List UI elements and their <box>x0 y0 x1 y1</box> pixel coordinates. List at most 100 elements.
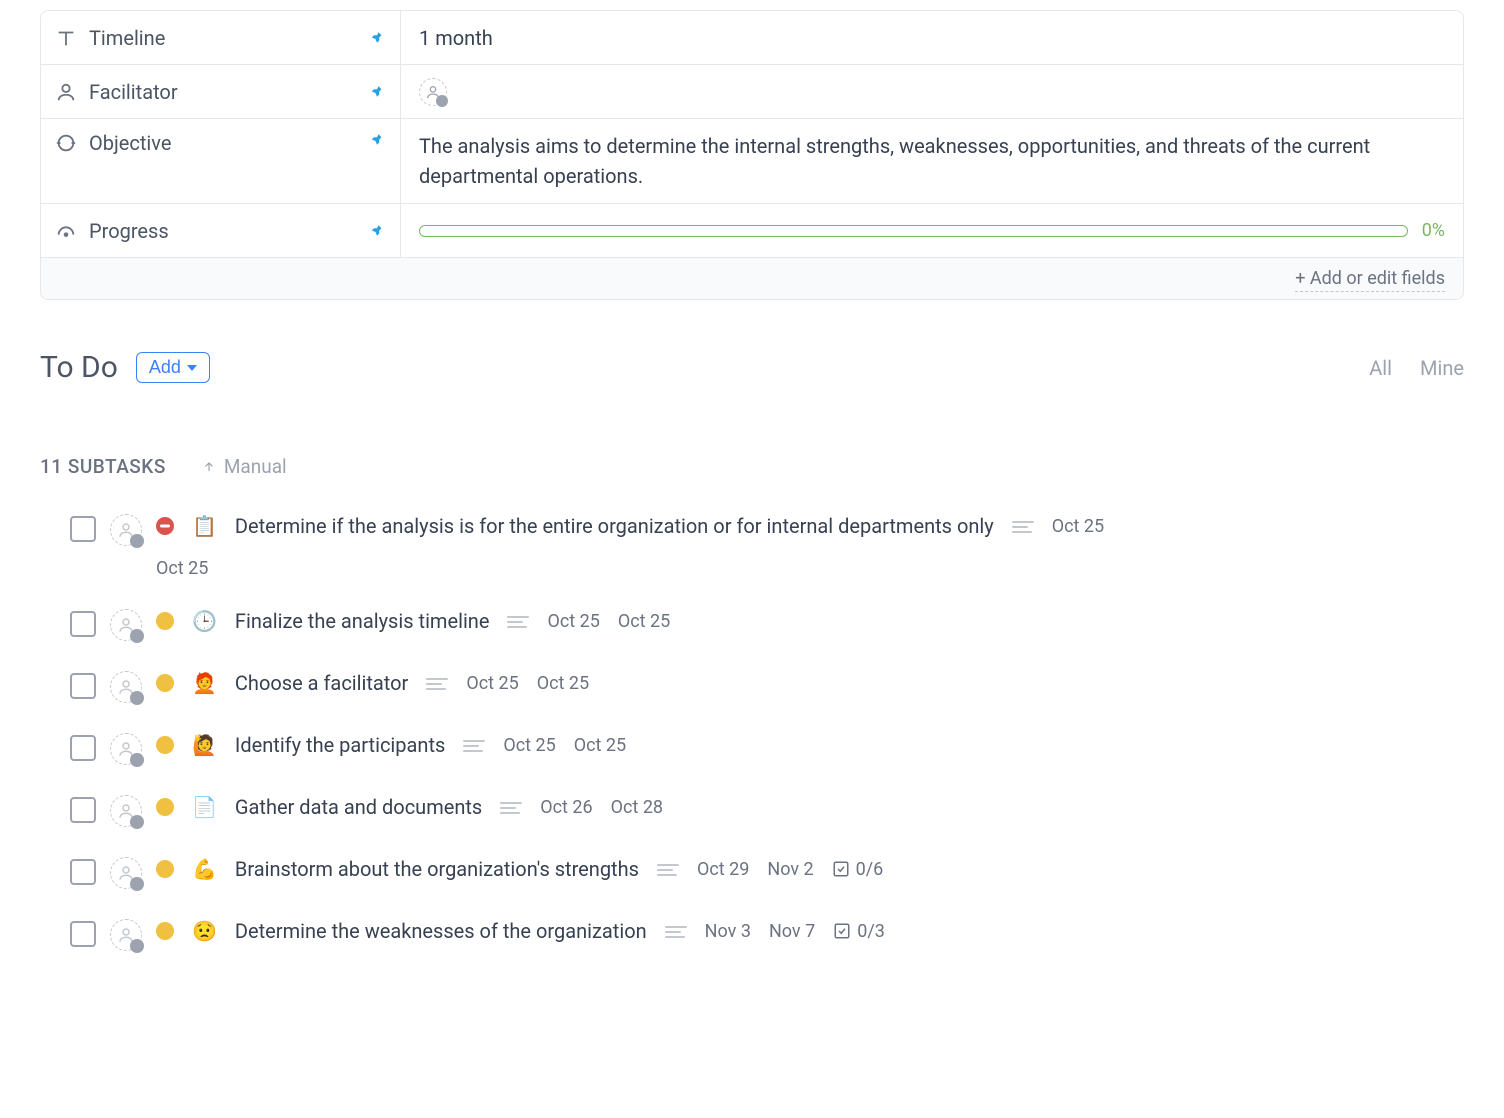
task-title[interactable]: Identify the participants <box>235 733 445 757</box>
filter-all[interactable]: All <box>1369 356 1392 380</box>
task-title[interactable]: Brainstorm about the organization's stre… <box>235 857 639 881</box>
pin-icon[interactable] <box>368 131 386 149</box>
priority-indicator <box>156 922 174 940</box>
task-assignee-empty[interactable] <box>110 514 142 546</box>
subtask-count: 0/6 <box>832 859 884 880</box>
task-end-date: Oct 25 <box>156 558 208 579</box>
subtask-count: 0/3 <box>833 921 885 942</box>
task-main: 😟 Determine the weaknesses of the organiz… <box>156 919 885 943</box>
task-row[interactable]: 🕒 Finalize the analysis timeline Oct 25 Oct… <box>70 609 1464 641</box>
task-assignee-empty[interactable] <box>110 919 142 951</box>
task-main: 📄 Gather data and documents Oct 26 Oct 28 <box>156 795 663 819</box>
sort-button[interactable]: Manual <box>202 455 287 478</box>
pin-icon[interactable] <box>368 29 386 47</box>
field-row-timeline[interactable]: Timeline 1 month <box>41 11 1463 65</box>
fields-table: Timeline 1 month Facilitator <box>40 10 1464 300</box>
task-main: 🕒 Finalize the analysis timeline Oct 25 Oct… <box>156 609 670 633</box>
field-label-cell: Timeline <box>41 11 401 64</box>
field-row-facilitator[interactable]: Facilitator <box>41 65 1463 119</box>
task-start-date: Oct 26 <box>540 797 592 818</box>
task-title[interactable]: Finalize the analysis timeline <box>235 609 490 633</box>
task-emoji-icon: 😟 <box>192 919 217 943</box>
task-title[interactable]: Determine the weaknesses of the organiza… <box>235 919 647 943</box>
task-checkbox[interactable] <box>70 921 96 947</box>
field-label-cell: Facilitator <box>41 65 401 118</box>
task-end-date: Nov 7 <box>769 921 815 942</box>
section-title: To Do <box>40 350 118 385</box>
task-row[interactable]: 💪 Brainstorm about the organization's str… <box>70 857 1464 889</box>
filter-mine[interactable]: Mine <box>1420 356 1464 380</box>
pin-icon[interactable] <box>368 83 386 101</box>
task-main: 🧑‍🦰Choose a facilitatorOct 25Oct 25 <box>156 671 589 695</box>
description-icon <box>500 802 522 812</box>
progress-bar <box>419 225 1408 237</box>
task-row[interactable]: 📋Determine if the analysis is for the en… <box>70 514 1464 579</box>
task-emoji-icon: 🙋 <box>192 733 217 757</box>
field-value[interactable]: 0% <box>401 204 1463 257</box>
add-button[interactable]: Add <box>136 352 210 383</box>
task-assignee-empty[interactable] <box>110 609 142 641</box>
task-emoji-icon: 📄 <box>192 795 217 819</box>
progress-container: 0% <box>419 220 1445 241</box>
text-icon <box>55 27 77 49</box>
description-icon <box>657 864 679 874</box>
task-row[interactable]: 🧑‍🦰Choose a facilitatorOct 25Oct 25 <box>70 671 1464 703</box>
person-icon <box>55 81 77 103</box>
tasks-list: 📋Determine if the analysis is for the en… <box>40 514 1464 951</box>
filter-links: All Mine <box>1369 356 1464 380</box>
task-end-date: Oct 28 <box>611 797 663 818</box>
task-row[interactable]: 📄 Gather data and documents Oct 26 Oct 28 <box>70 795 1464 827</box>
task-assignee-empty[interactable] <box>110 795 142 827</box>
task-checkbox[interactable] <box>70 516 96 542</box>
field-row-objective[interactable]: Objective The analysis aims to determine… <box>41 119 1463 204</box>
assignee-avatar-empty[interactable] <box>419 78 447 106</box>
task-start-date: Oct 25 <box>503 735 555 756</box>
field-label: Progress <box>89 219 169 243</box>
task-checkbox[interactable] <box>70 611 96 637</box>
field-row-progress[interactable]: Progress 0% <box>41 204 1463 258</box>
task-title[interactable]: Gather data and documents <box>235 795 482 819</box>
field-value[interactable] <box>401 65 1463 118</box>
task-checkbox[interactable] <box>70 859 96 885</box>
task-emoji-icon: 🕒 <box>192 609 217 633</box>
priority-indicator <box>156 612 174 630</box>
pin-icon[interactable] <box>368 222 386 240</box>
description-icon <box>463 740 485 750</box>
priority-indicator <box>156 860 174 878</box>
task-title[interactable]: Choose a facilitator <box>235 671 408 695</box>
field-label-cell: Objective <box>41 119 401 203</box>
task-main: 💪 Brainstorm about the organization's str… <box>156 857 883 881</box>
field-value[interactable]: The analysis aims to determine the inter… <box>401 119 1463 203</box>
target-icon <box>55 132 77 154</box>
task-start-date: Oct 25 <box>547 611 599 632</box>
priority-indicator <box>156 798 174 816</box>
progress-text: 0% <box>1422 220 1445 241</box>
field-label: Facilitator <box>89 80 178 104</box>
task-end-date: Oct 25 <box>618 611 670 632</box>
priority-indicator <box>156 736 174 754</box>
task-assignee-empty[interactable] <box>110 857 142 889</box>
priority-indicator <box>156 674 174 692</box>
task-title[interactable]: Determine if the analysis is for the ent… <box>235 514 994 538</box>
field-value[interactable]: 1 month <box>401 11 1463 64</box>
task-checkbox[interactable] <box>70 797 96 823</box>
task-end-date: Nov 2 <box>767 859 813 880</box>
task-checkbox[interactable] <box>70 673 96 699</box>
task-assignee-empty[interactable] <box>110 671 142 703</box>
chevron-down-icon <box>187 365 197 371</box>
task-emoji-icon: 💪 <box>192 857 217 881</box>
task-assignee-empty[interactable] <box>110 733 142 765</box>
description-icon <box>507 616 529 626</box>
task-row[interactable]: 🙋Identify the participantsOct 25Oct 25 <box>70 733 1464 765</box>
task-start-date: Oct 25 <box>1052 516 1104 537</box>
field-label-cell: Progress <box>41 204 401 257</box>
task-emoji-icon: 🧑‍🦰 <box>192 671 217 695</box>
task-checkbox[interactable] <box>70 735 96 761</box>
task-end-date: Oct 25 <box>537 673 589 694</box>
add-fields-row: + Add or edit fields <box>41 258 1463 299</box>
add-fields-link[interactable]: + Add or edit fields <box>1295 268 1445 292</box>
task-row[interactable]: 😟 Determine the weaknesses of the organiz… <box>70 919 1464 951</box>
task-main: 📋Determine if the analysis is for the en… <box>156 514 1193 579</box>
description-icon <box>665 926 687 936</box>
description-icon <box>1012 521 1034 531</box>
